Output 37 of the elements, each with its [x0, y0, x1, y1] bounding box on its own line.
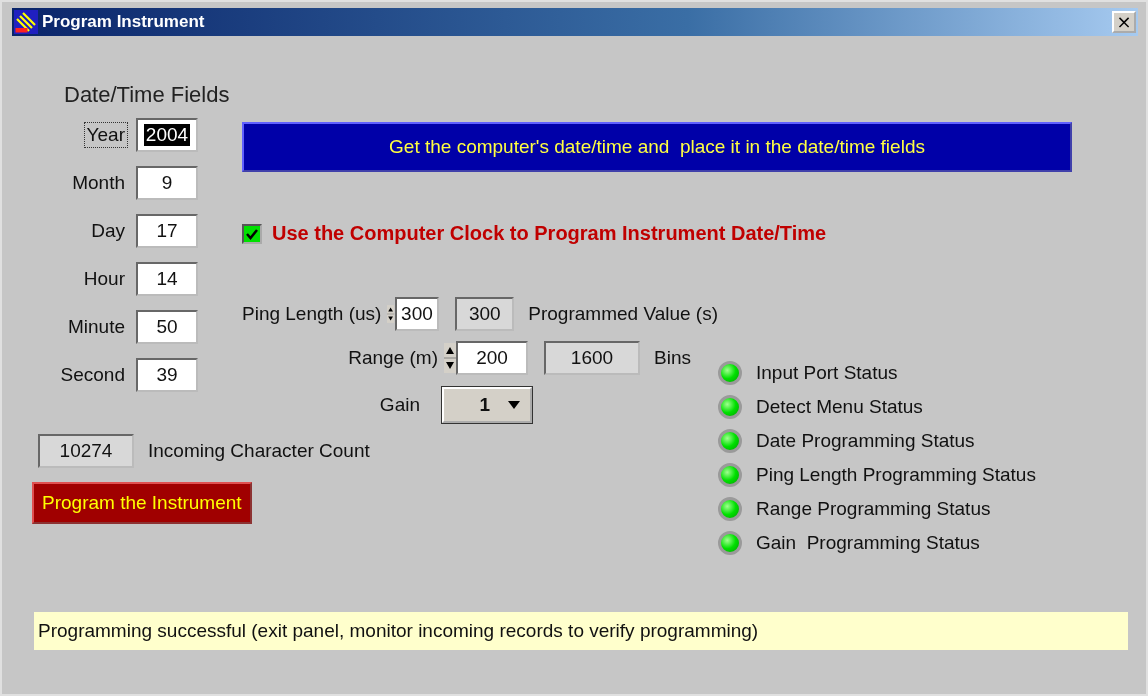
unit-label: Bins	[654, 347, 691, 369]
close-button[interactable]: ×	[1112, 11, 1136, 33]
date-field[interactable]: 14	[136, 262, 198, 296]
count-label: Incoming Character Count	[148, 440, 370, 462]
count-readout: 10274	[38, 434, 134, 468]
status-label: Range Programming Status	[756, 498, 991, 520]
section-heading: Date/Time Fields	[64, 82, 230, 108]
status-label: Input Port Status	[756, 362, 898, 384]
status-label: Detect Menu Status	[756, 396, 923, 418]
programmed-readout: 300	[455, 297, 515, 331]
get-time-button[interactable]: Get the computer's date/time and place it in the date/time fields	[242, 122, 1072, 172]
parameter-label: Range (m)	[347, 347, 438, 369]
program-button[interactable]: Program the Instrument	[32, 482, 252, 524]
field-label: Month	[71, 171, 126, 195]
date-field[interactable]: 2004	[136, 118, 198, 152]
field-label: Second	[59, 363, 126, 387]
parameter-label: Ping Length (us)	[242, 303, 382, 325]
window-title: Program Instrument	[42, 12, 206, 32]
field-label: Year	[83, 122, 128, 148]
field-label: Day	[90, 219, 126, 243]
date-field[interactable]: 50	[136, 310, 198, 344]
status-label: Ping Length Programming Status	[756, 464, 1036, 486]
status-label: Date Programming Status	[756, 430, 975, 452]
status-message: Programming successful (exit panel, monitor incoming records to verify programming)	[34, 612, 1128, 650]
checkbox-label: Use the Computer Clock to Program Instrument Date/Time	[272, 222, 827, 245]
date-field[interactable]: 39	[136, 358, 198, 392]
date-field[interactable]: 17	[136, 214, 198, 248]
gain-dropdown[interactable]: 1	[442, 387, 532, 423]
field-label: Minute	[66, 315, 126, 339]
gain-label: Gain	[378, 394, 420, 416]
parameter-field[interactable]: 300	[394, 297, 440, 331]
programmed-readout: 1600	[544, 341, 640, 375]
status-label: Gain Programming Status	[756, 532, 980, 554]
parameter-field[interactable]: 200	[456, 341, 528, 375]
date-field[interactable]: 9	[136, 166, 198, 200]
field-label: Hour	[82, 267, 126, 291]
unit-label: Programmed Value (s)	[528, 303, 718, 325]
